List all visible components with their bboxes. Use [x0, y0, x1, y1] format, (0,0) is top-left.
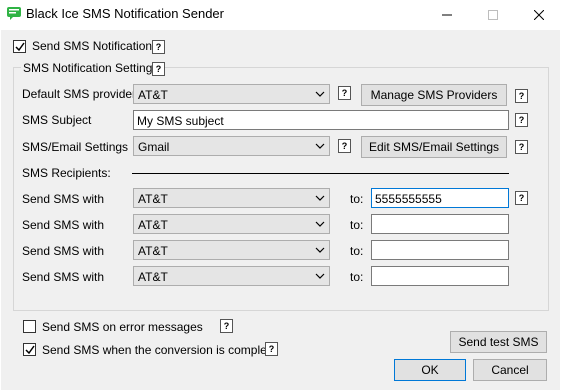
chevron-down-icon — [315, 247, 325, 253]
recipient-row-label: Send SMS with — [22, 192, 105, 206]
chevron-down-icon — [315, 273, 325, 279]
ok-button[interactable]: OK — [394, 359, 466, 381]
checkmark-icon — [24, 345, 35, 354]
chevron-down-icon — [315, 221, 325, 227]
help-icon[interactable]: ? — [265, 342, 278, 356]
edit-sms-email-settings-button[interactable]: Edit SMS/Email Settings — [361, 136, 507, 158]
help-icon[interactable]: ? — [152, 62, 165, 76]
minimize-button[interactable] — [424, 0, 470, 30]
send-on-complete-checkbox[interactable] — [23, 343, 36, 356]
sms-subject-input[interactable]: My SMS subject — [133, 110, 509, 130]
recipient-phone-input[interactable]: 5555555555 — [371, 188, 509, 208]
to-label: to: — [350, 192, 364, 206]
chevron-down-icon — [315, 195, 325, 201]
sms-app-icon — [7, 7, 21, 20]
send-sms-notification-label[interactable]: Send SMS Notification — [32, 39, 152, 53]
default-provider-dropdown[interactable]: AT&T — [133, 84, 330, 104]
recipient-provider-dropdown[interactable]: AT&T — [133, 188, 330, 208]
recipient-phone-value: 5555555555 — [375, 192, 442, 206]
recipient-phone-input[interactable] — [371, 266, 509, 286]
help-icon[interactable]: ? — [515, 191, 528, 205]
recipient-row-label: Send SMS with — [22, 270, 105, 284]
maximize-icon — [488, 10, 498, 20]
recipients-divider — [132, 173, 509, 174]
recipient-provider-dropdown[interactable]: AT&T — [133, 240, 330, 260]
help-icon[interactable]: ? — [515, 89, 528, 103]
checkmark-icon — [14, 42, 25, 51]
help-icon[interactable]: ? — [338, 86, 351, 100]
recipient-phone-input[interactable] — [371, 240, 509, 260]
minimize-icon — [442, 14, 452, 16]
to-label: to: — [350, 270, 364, 284]
sms-email-settings-dropdown[interactable]: Gmail — [133, 136, 330, 156]
default-provider-value: AT&T — [138, 88, 168, 102]
send-test-sms-button[interactable]: Send test SMS — [450, 331, 547, 353]
help-icon[interactable]: ? — [152, 40, 165, 54]
help-icon[interactable]: ? — [338, 139, 351, 153]
recipient-provider-value: AT&T — [138, 270, 168, 284]
recipient-phone-input[interactable] — [371, 214, 509, 234]
recipient-row-label: Send SMS with — [22, 244, 105, 258]
send-on-error-checkbox[interactable] — [23, 320, 36, 333]
title-bar: Black Ice SMS Notification Sender — [0, 0, 562, 30]
chevron-down-icon — [315, 91, 325, 97]
recipient-row-label: Send SMS with — [22, 218, 105, 232]
maximize-button[interactable] — [470, 0, 516, 30]
manage-sms-providers-button[interactable]: Manage SMS Providers — [361, 84, 507, 106]
recipient-provider-dropdown[interactable]: AT&T — [133, 266, 330, 286]
close-icon — [534, 10, 544, 20]
recipient-provider-value: AT&T — [138, 192, 168, 206]
help-icon[interactable]: ? — [515, 140, 528, 154]
send-on-error-label[interactable]: Send SMS on error messages — [42, 320, 203, 334]
help-icon[interactable]: ? — [515, 113, 528, 127]
to-label: to: — [350, 244, 364, 258]
chevron-down-icon — [315, 143, 325, 149]
window-title: Black Ice SMS Notification Sender — [26, 6, 224, 21]
close-button[interactable] — [516, 0, 562, 30]
recipient-provider-dropdown[interactable]: AT&T — [133, 214, 330, 234]
recipient-provider-value: AT&T — [138, 218, 168, 232]
to-label: to: — [350, 218, 364, 232]
help-icon[interactable]: ? — [220, 319, 233, 333]
default-provider-label: Default SMS provider — [22, 87, 137, 101]
sms-recipients-label: SMS Recipients: — [22, 166, 111, 180]
send-on-complete-label[interactable]: Send SMS when the conversion is complete — [42, 343, 277, 357]
recipient-provider-value: AT&T — [138, 244, 168, 258]
sms-email-settings-value: Gmail — [138, 140, 170, 154]
sms-subject-value: My SMS subject — [137, 114, 224, 128]
group-title: SMS Notification Settings — [21, 61, 161, 75]
sms-email-settings-label: SMS/Email Settings — [22, 140, 129, 154]
send-sms-notification-checkbox[interactable] — [13, 40, 26, 53]
cancel-button[interactable]: Cancel — [473, 359, 547, 381]
sms-subject-label: SMS Subject — [22, 113, 92, 127]
